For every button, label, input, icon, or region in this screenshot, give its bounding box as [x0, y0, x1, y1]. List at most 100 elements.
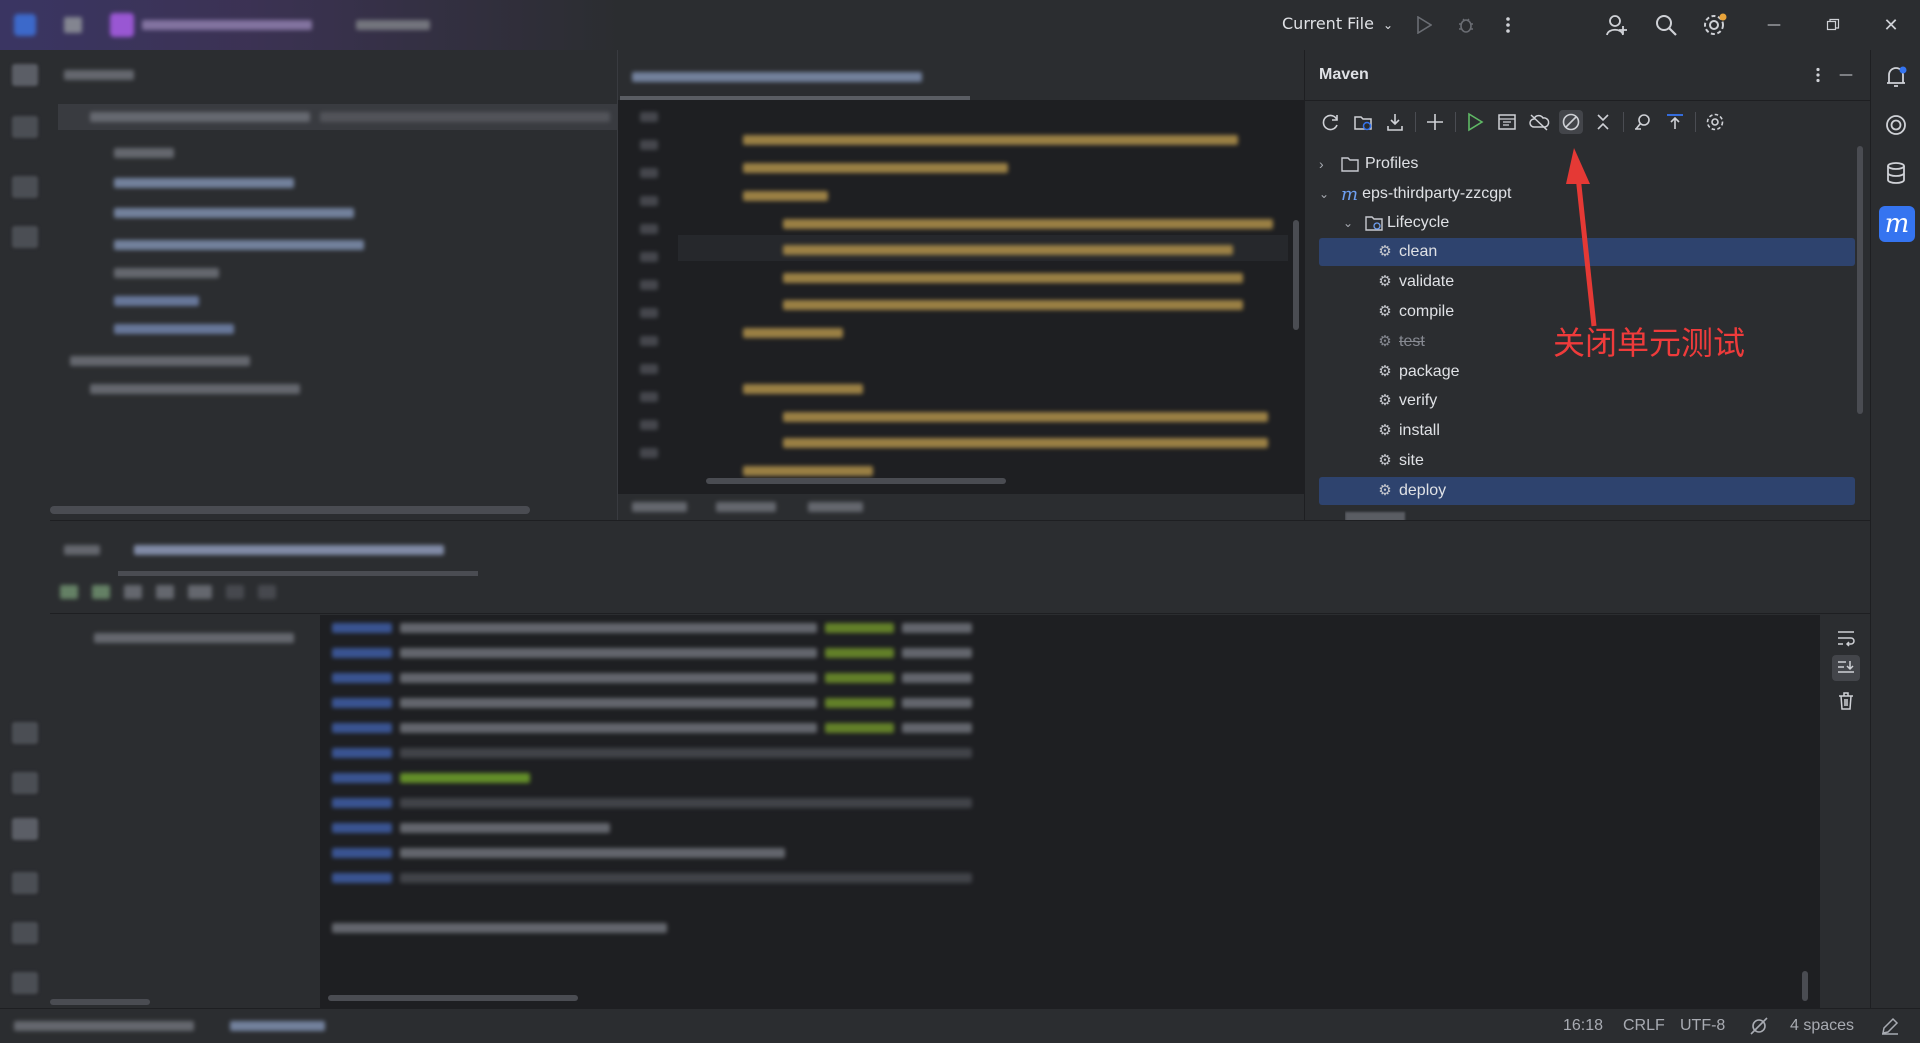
dependency-analyzer-icon[interactable] [1631, 110, 1655, 134]
services-tool-icon[interactable] [12, 722, 38, 744]
commit-tool-icon[interactable] [12, 116, 38, 138]
project-tree-item[interactable] [114, 148, 174, 158]
project-tool-icon[interactable] [12, 64, 38, 86]
maven-tool-icon[interactable]: m [1879, 206, 1915, 242]
gear-icon: ⚙ [1378, 452, 1392, 469]
hide-panel-icon[interactable]: — [1833, 62, 1859, 88]
project-tree-item[interactable] [114, 178, 294, 188]
code-line [783, 273, 1243, 283]
code-line [743, 135, 1238, 145]
project-horizontal-scrollbar[interactable] [50, 506, 530, 514]
gear-icon: ⚙ [1378, 273, 1392, 290]
plus-icon[interactable] [1423, 110, 1447, 134]
run-tab[interactable] [134, 545, 444, 555]
lifecycle-goal-install[interactable]: ⚙ install [1319, 417, 1855, 445]
chevron-down-icon[interactable]: ⌄ [1319, 187, 1341, 201]
run-tree-scrollbar[interactable] [50, 999, 150, 1005]
trash-icon[interactable] [1836, 691, 1856, 715]
add-folder-icon[interactable] [1351, 110, 1375, 134]
structure-tool-icon[interactable] [12, 176, 38, 198]
run-config-label: Current File [1282, 14, 1374, 33]
status-breadcrumb-file[interactable] [230, 1021, 325, 1031]
console-vertical-scrollbar[interactable] [1802, 971, 1808, 1001]
project-tree-item[interactable] [114, 240, 364, 250]
restore-icon[interactable] [1820, 12, 1846, 38]
project-badge-icon[interactable] [110, 13, 134, 37]
more-vertical-icon[interactable] [1805, 62, 1831, 88]
app-logo-icon [14, 14, 36, 36]
goal-label: verify [1399, 392, 1438, 409]
chevron-down-icon: ⌄ [1383, 18, 1394, 32]
file-encoding[interactable]: UTF-8 [1680, 1017, 1725, 1035]
editor-horizontal-scrollbar[interactable] [706, 478, 1006, 484]
project-name[interactable] [142, 20, 312, 30]
skip-tests-icon[interactable] [1559, 110, 1583, 134]
soft-wrap-icon[interactable] [1836, 629, 1856, 651]
lifecycle-goal-deploy[interactable]: ⚙ deploy [1319, 477, 1855, 505]
run-tree-item[interactable] [94, 633, 294, 643]
tree-node-plugins-partial[interactable] [1345, 508, 1425, 520]
more-vertical-icon[interactable] [1495, 12, 1521, 38]
code-insight-icon[interactable] [1748, 1016, 1770, 1041]
project-tree-item[interactable] [70, 356, 250, 366]
indent-setting[interactable]: 4 spaces [1790, 1017, 1854, 1035]
offline-icon[interactable] [1527, 110, 1551, 134]
git-tool-icon[interactable] [12, 922, 38, 944]
project-tree-item[interactable] [114, 324, 234, 334]
gear-icon: ⚙ [1378, 482, 1392, 499]
project-panel-header [64, 70, 134, 80]
reload-icon[interactable] [1319, 110, 1343, 134]
status-breadcrumb[interactable] [14, 1021, 194, 1031]
lifecycle-goal-verify[interactable]: ⚙ verify [1319, 387, 1855, 415]
chevron-down-icon[interactable]: ⌄ [1343, 216, 1365, 230]
scroll-to-end-icon[interactable] [1832, 655, 1860, 681]
project-tree-root[interactable] [90, 112, 310, 122]
minimize-icon[interactable]: — [1761, 12, 1787, 38]
edit-lock-icon[interactable] [1880, 1016, 1900, 1041]
gear-icon: ⚙ [1378, 333, 1392, 350]
gear-icon: ⚙ [1378, 363, 1392, 380]
notifications-icon[interactable] [1883, 64, 1909, 94]
run-config-selector[interactable]: Current File ⌄ [1282, 14, 1393, 33]
main-menu-icon[interactable] [64, 17, 82, 33]
editor-vertical-scrollbar[interactable] [1293, 220, 1299, 330]
terminal-tool-icon[interactable] [12, 772, 38, 794]
run-icon[interactable] [1411, 12, 1437, 38]
gear-icon: ⚙ [1378, 303, 1392, 320]
run-tool-icon[interactable] [12, 818, 38, 840]
more-tools-icon[interactable] [12, 226, 38, 248]
project-tree-item[interactable] [114, 208, 354, 218]
run-icon[interactable] [1463, 110, 1487, 134]
maven-settings-icon[interactable] [1703, 110, 1727, 134]
show-ignored-icon[interactable] [1663, 110, 1687, 134]
editor-tab[interactable] [632, 72, 922, 82]
maven-tree-scrollbar[interactable] [1857, 146, 1863, 414]
project-tree-item[interactable] [114, 268, 219, 278]
settings-icon[interactable] [1702, 12, 1728, 38]
line-separator[interactable]: CRLF [1623, 1017, 1665, 1035]
add-user-icon[interactable] [1604, 12, 1630, 38]
search-icon[interactable] [1653, 12, 1679, 38]
caret-position[interactable]: 16:18 [1563, 1017, 1603, 1035]
close-icon[interactable]: ✕ [1878, 12, 1904, 38]
todo-tool-icon[interactable] [12, 972, 38, 994]
ai-assistant-icon[interactable] [1883, 112, 1909, 142]
lifecycle-goal-site[interactable]: ⚙ site [1319, 447, 1855, 475]
collapse-icon[interactable] [1591, 110, 1615, 134]
tree-node-label: Lifecycle [1387, 214, 1450, 231]
editor-gutter [618, 100, 678, 480]
download-icon[interactable] [1383, 110, 1407, 134]
run-toolbar[interactable] [60, 585, 320, 603]
project-tree-item[interactable] [114, 296, 199, 306]
code-line [743, 328, 843, 338]
vcs-branch[interactable] [356, 20, 430, 30]
console-output[interactable] [320, 615, 1820, 1009]
code-line [743, 163, 1008, 173]
chevron-right-icon[interactable]: › [1319, 156, 1341, 172]
problems-tool-icon[interactable] [12, 872, 38, 894]
project-tree-item[interactable] [90, 384, 300, 394]
database-icon[interactable] [1883, 160, 1909, 190]
console-horizontal-scrollbar[interactable] [328, 995, 578, 1001]
execute-goal-icon[interactable] [1495, 110, 1519, 134]
debug-icon[interactable] [1453, 12, 1479, 38]
